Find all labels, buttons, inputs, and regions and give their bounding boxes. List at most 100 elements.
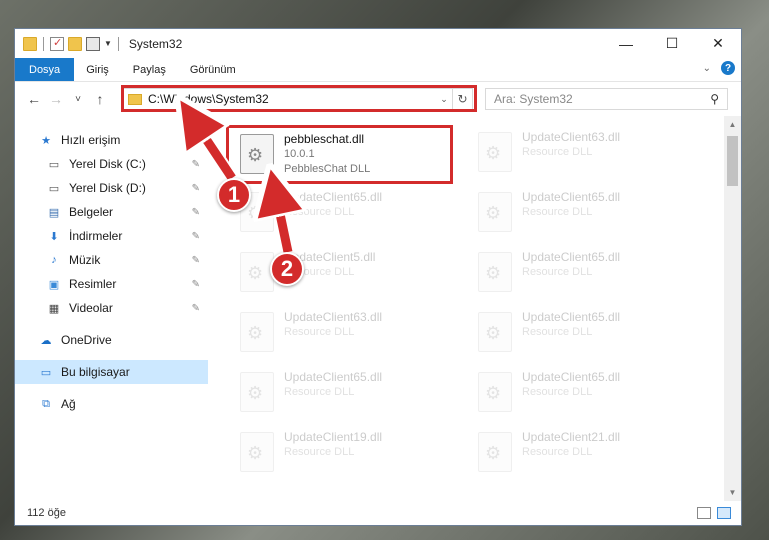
file-description: Resource DLL: [284, 206, 355, 218]
file-item[interactable]: UpdateClient65.dll Resource DLL: [234, 186, 454, 242]
pin-icon[interactable]: ✎: [192, 279, 200, 290]
drive-icon: ▭: [48, 158, 60, 171]
dll-file-icon: [478, 372, 512, 412]
title-bar: ▼ System32 — ☐ ✕: [15, 29, 741, 58]
maximize-button[interactable]: ☐: [649, 29, 695, 58]
view-switcher: [697, 507, 731, 519]
tiles-view-icon[interactable]: [717, 507, 731, 519]
file-list: pebbleschat.dll 10.0.1 PebblesChat DLL U…: [208, 116, 741, 501]
minimize-button[interactable]: —: [603, 29, 649, 58]
file-name: UpdateClient21.dll: [522, 430, 621, 444]
sidebar-item-disk-d[interactable]: ▭ Yerel Disk (D:) ✎: [15, 176, 208, 200]
file-name: UpdateClient65.dll: [522, 310, 621, 324]
file-name: UpdateClient65.dll: [522, 370, 621, 384]
customize-icon[interactable]: [86, 36, 100, 51]
file-description: Resource DLL: [522, 386, 593, 398]
forward-button[interactable]: →: [45, 91, 67, 107]
file-name: UpdateClient65.dll: [284, 190, 383, 204]
file-item[interactable]: UpdateClient65.dll Resource DLL: [472, 246, 692, 302]
dll-file-icon: [478, 432, 512, 472]
navigation-bar: ← → ˅ ↑ C:\Windows\System32 ⌄ ↻ Ara: Sys…: [15, 82, 741, 116]
dll-file-icon: [240, 252, 274, 292]
help-icon[interactable]: ?: [721, 61, 735, 75]
item-count: 112 öğe: [27, 507, 66, 519]
file-item[interactable]: UpdateClient21.dll Resource DLL: [472, 426, 692, 482]
pin-icon[interactable]: ✎: [192, 183, 200, 194]
new-folder-icon[interactable]: [68, 36, 82, 51]
sidebar-item-label: OneDrive: [61, 333, 112, 347]
tab-view[interactable]: Görünüm: [178, 58, 248, 81]
file-description: Resource DLL: [522, 266, 593, 278]
sidebar-item-music[interactable]: ♪ Müzik ✎: [15, 248, 208, 272]
file-name: UpdateClient65.dll: [284, 370, 383, 384]
downloads-icon: ⬇: [49, 230, 59, 243]
computer-icon: ▭: [40, 366, 52, 379]
sidebar-item-this-pc[interactable]: ▭ Bu bilgisayar: [15, 360, 208, 384]
navigation-pane: ★ Hızlı erişim ▭ Yerel Disk (C:) ✎ ▭ Yer…: [15, 116, 208, 501]
file-name: UpdateClient63.dll: [522, 130, 621, 144]
file-item[interactable]: UpdateClient65.dll Resource DLL: [234, 366, 454, 422]
search-placeholder: Ara: System32: [494, 92, 573, 106]
file-item[interactable]: UpdateClient63.dll Resource DLL: [472, 126, 692, 182]
close-button[interactable]: ✕: [695, 29, 741, 58]
sidebar-item-label: Resimler: [69, 277, 117, 291]
pin-icon[interactable]: ✎: [192, 207, 200, 218]
cloud-icon: ☁: [40, 334, 52, 347]
network-icon: ⧉: [42, 397, 50, 410]
status-bar: 112 öğe: [15, 501, 741, 525]
file-item[interactable]: UpdateClient65.dll Resource DLL: [472, 366, 692, 422]
sidebar-item-label: Yerel Disk (D:): [69, 181, 146, 195]
sidebar-item-onedrive[interactable]: ☁ OneDrive: [15, 328, 208, 352]
pictures-icon: ▣: [48, 278, 60, 291]
sidebar-item-downloads[interactable]: ⬇ İndirmeler ✎: [15, 224, 208, 248]
scroll-up-icon[interactable]: ▲: [724, 116, 741, 133]
file-description: Resource DLL: [522, 146, 593, 158]
tab-file[interactable]: Dosya: [15, 58, 75, 81]
file-description: Resource DLL: [522, 206, 593, 218]
dll-file-icon: [478, 192, 512, 232]
tab-home[interactable]: Giriş: [74, 58, 121, 81]
sidebar-item-label: Bu bilgisayar: [61, 365, 130, 379]
search-icon[interactable]: ⚲: [710, 92, 719, 106]
file-name: UpdateClient63.dll: [284, 310, 383, 324]
scroll-thumb[interactable]: [727, 136, 738, 186]
sidebar-item-pictures[interactable]: ▣ Resimler ✎: [15, 272, 208, 296]
file-name: UpdateClient65.dll: [522, 190, 621, 204]
sidebar-item-network[interactable]: ⧉ Ağ: [15, 392, 208, 416]
recent-locations-button[interactable]: ˅: [67, 94, 89, 105]
file-description: Resource DLL: [522, 446, 593, 458]
sidebar-item-label: Ağ: [61, 397, 76, 411]
step-badge-2: 2: [270, 252, 304, 286]
sidebar-item-quick-access[interactable]: ★ Hızlı erişim: [15, 128, 208, 152]
sidebar-item-label: İndirmeler: [69, 229, 123, 243]
file-item[interactable]: UpdateClient63.dll Resource DLL: [234, 306, 454, 362]
sidebar-item-disk-c[interactable]: ▭ Yerel Disk (C:) ✎: [15, 152, 208, 176]
file-item[interactable]: UpdateClient19.dll Resource DLL: [234, 426, 454, 482]
back-button[interactable]: ←: [23, 91, 45, 107]
file-item[interactable]: UpdateClient65.dll Resource DLL: [472, 186, 692, 242]
search-input[interactable]: Ara: System32 ⚲: [485, 88, 728, 110]
up-button[interactable]: ↑: [89, 91, 111, 107]
star-icon: ★: [41, 134, 51, 147]
divider: [117, 36, 119, 51]
chevron-down-icon[interactable]: ⌄: [703, 63, 711, 74]
file-explorer-window: ▼ System32 — ☐ ✕ Dosya Giriş Paylaş Görü…: [14, 28, 742, 526]
pin-icon[interactable]: ✎: [192, 231, 200, 242]
file-item[interactable]: UpdateClient65.dll Resource DLL: [472, 306, 692, 362]
sidebar-item-videos[interactable]: ▦ Videolar ✎: [15, 296, 208, 320]
file-description: Resource DLL: [522, 326, 593, 338]
pin-icon[interactable]: ✎: [192, 255, 200, 266]
chevron-down-icon[interactable]: ▼: [104, 39, 112, 48]
scroll-down-icon[interactable]: ▼: [724, 484, 741, 501]
properties-check-icon[interactable]: [50, 36, 64, 51]
pin-icon[interactable]: ✎: [192, 303, 200, 314]
folder-icon[interactable]: [23, 36, 37, 51]
videos-icon: ▦: [48, 302, 60, 315]
pin-icon[interactable]: ✎: [192, 159, 200, 170]
tab-share[interactable]: Paylaş: [121, 58, 178, 81]
file-item[interactable]: UpdateClient5.dllResource DLL: [234, 246, 454, 302]
sidebar-item-documents[interactable]: ▤ Belgeler ✎: [15, 200, 208, 224]
details-view-icon[interactable]: [697, 507, 711, 519]
sidebar-item-label: Videolar: [69, 301, 113, 315]
vertical-scrollbar[interactable]: ▲ ▼: [724, 116, 741, 501]
